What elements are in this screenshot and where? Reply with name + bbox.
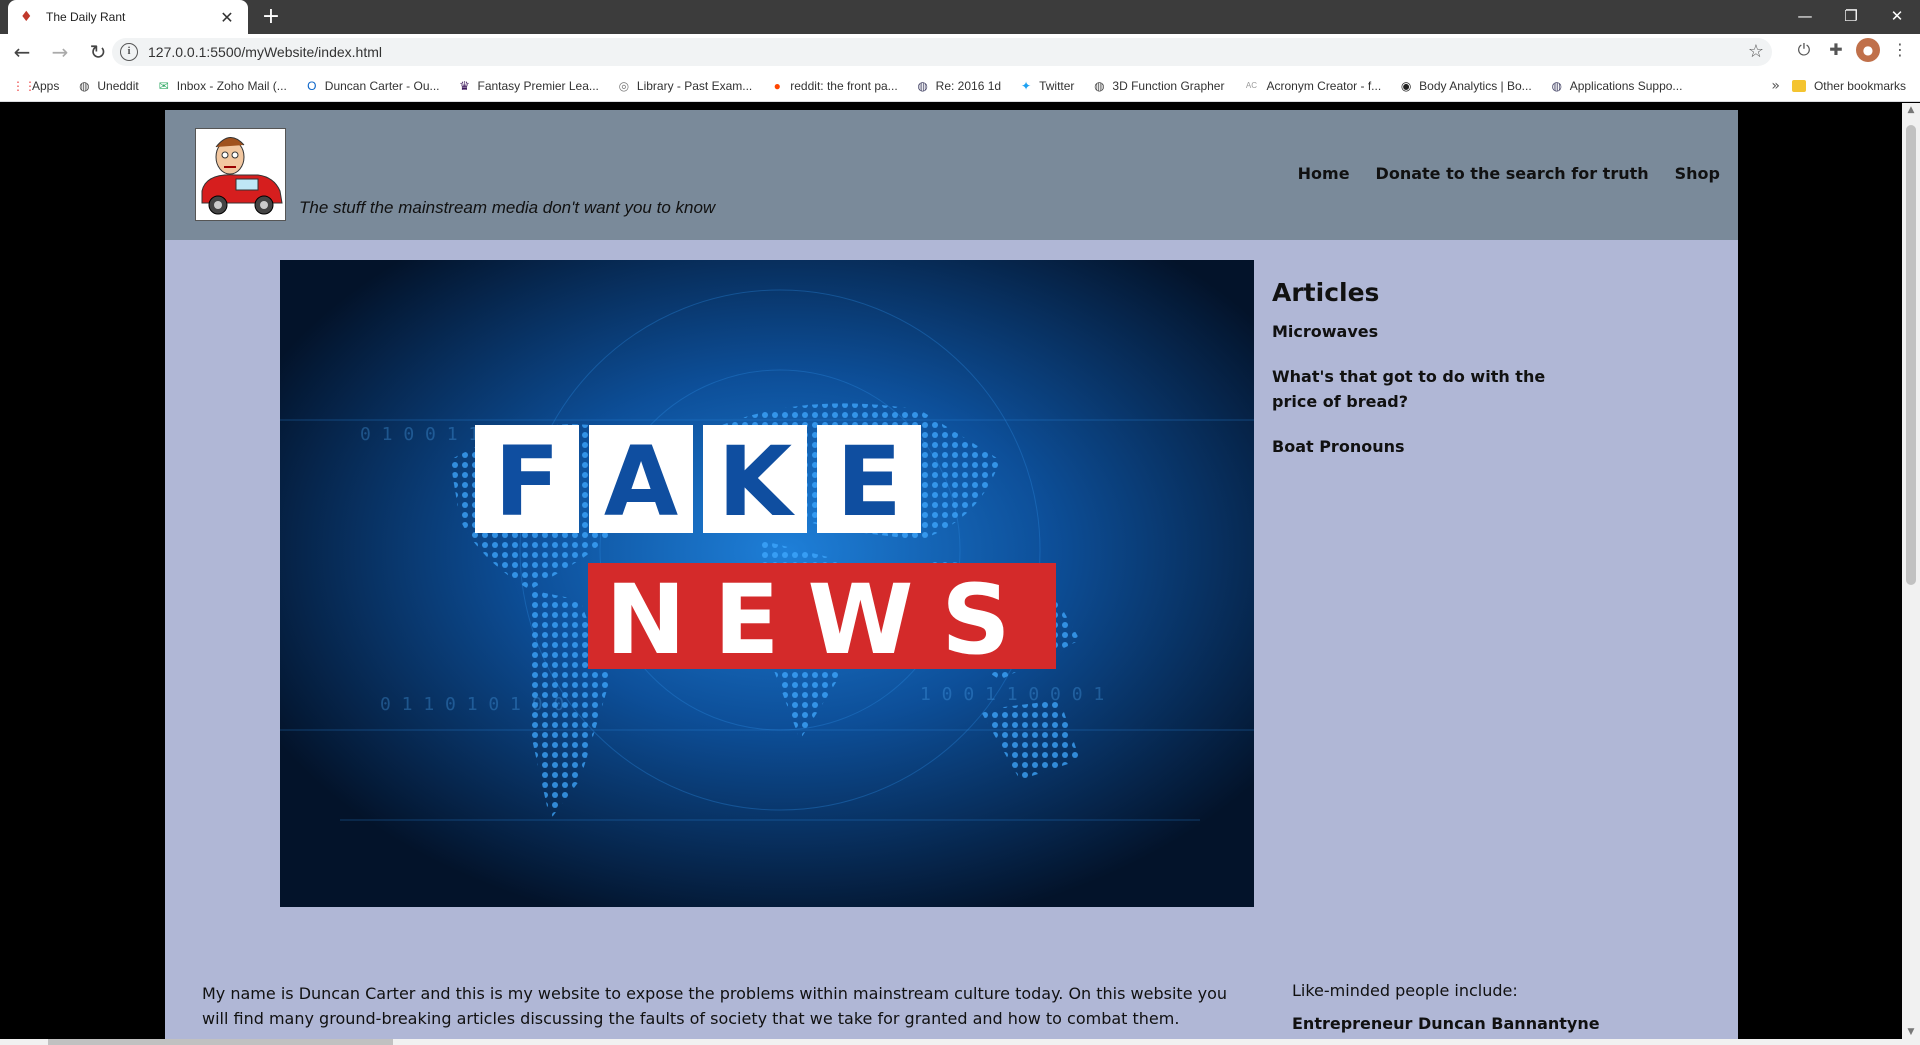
bookmark-item[interactable]: ◍ 3D Function Grapher [1092, 79, 1224, 93]
new-tab-button[interactable]: + [258, 4, 284, 30]
main-nav: Home Donate to the search for truth Shop [1298, 164, 1720, 183]
articles-heading: Articles [1272, 278, 1380, 307]
bookmark-item[interactable]: ◍ Applications Suppo... [1550, 78, 1683, 93]
fake-letter-e: E [836, 426, 902, 538]
restore-icon[interactable]: ❐ [1828, 0, 1874, 34]
bookmark-star-icon[interactable]: ☆ [1748, 41, 1764, 62]
browser-toolbar: ← → ↻ i 127.0.0.1:5500/myWebsite/index.h… [0, 34, 1920, 70]
bookmark-label: Re: 2016 1d [935, 78, 1002, 93]
bookmark-label: Acronym Creator - f... [1266, 78, 1382, 93]
fake-letter-k: K [718, 426, 796, 538]
forward-icon[interactable]: → [44, 36, 76, 68]
browser-tab[interactable]: ♦ The Daily Rant ✕ [8, 0, 248, 34]
nav-shop-link[interactable]: Shop [1675, 164, 1720, 183]
articles-sidebar: Articles Microwaves What's that got to d… [1272, 278, 1602, 479]
bookmark-item[interactable]: ◍ Uneddit [77, 78, 139, 93]
bookmark-item[interactable]: ✦ Twitter [1019, 79, 1074, 93]
premier-league-icon: ♛ [459, 78, 470, 93]
acronym-icon: AC [1245, 80, 1258, 90]
site-info-icon[interactable]: i [120, 43, 138, 61]
power-icon[interactable]: ⏻ [1792, 38, 1816, 62]
like-minded-label: Like-minded people include: [1292, 981, 1518, 1000]
bookmark-label: reddit: the front pa... [790, 78, 898, 93]
svg-text:1 0 0 1 1 0 0 0 1: 1 0 0 1 1 0 0 0 1 [920, 684, 1104, 705]
page-viewport: The stuff the mainstream media don't wan… [0, 103, 1902, 1039]
scroll-up-icon[interactable]: ▲ [1902, 105, 1920, 115]
tab-strip: ♦ The Daily Rant ✕ + — ❐ ✕ [0, 0, 1920, 34]
close-window-icon[interactable]: ✕ [1874, 0, 1920, 34]
bookmark-label: Library - Past Exam... [636, 78, 753, 93]
bookmark-item[interactable]: ◍ Re: 2016 1d [916, 79, 1001, 93]
horizontal-scrollbar-thumb[interactable] [48, 1039, 393, 1045]
intro-paragraph: My name is Duncan Carter and this is my … [202, 984, 1228, 1028]
bookmark-label: Apps [32, 78, 60, 93]
site-tagline: The stuff the mainstream media don't wan… [299, 198, 716, 217]
bookmark-item[interactable]: ✉ Inbox - Zoho Mail (... [157, 79, 287, 93]
bookmark-item[interactable]: ◎ Library - Past Exam... [617, 78, 753, 93]
bookmark-label: Applications Suppo... [1569, 78, 1683, 93]
globe-icon: ◍ [1094, 78, 1105, 93]
bookmark-label: Twitter [1039, 78, 1075, 93]
site-favicon-icon: ♦ [20, 9, 33, 25]
more-bookmarks-icon[interactable]: » [1771, 78, 1780, 94]
article-link-price-of-bread[interactable]: What's that got to do with the price of … [1272, 364, 1592, 414]
nav-donate-link[interactable]: Donate to the search for truth [1376, 164, 1649, 183]
fake-news-hero-image: 0 1 0 0 1 1 0 0 1 1 0 1 0 1 0 0 1 0 0 1 … [280, 260, 1254, 907]
site-logo[interactable] [195, 128, 286, 221]
bookmark-item[interactable]: ♛ Fantasy Premier Lea... [458, 79, 599, 93]
vertical-scrollbar[interactable]: ▲ ▼ [1902, 103, 1920, 1039]
fake-letter-a: A [604, 426, 678, 538]
article-link-boat-pronouns[interactable]: Boat Pronouns [1272, 434, 1592, 459]
bookmark-item[interactable]: ● reddit: the front pa... [770, 78, 898, 93]
bookmark-item[interactable]: AC Acronym Creator - f... [1242, 79, 1381, 93]
bookmark-label: Duncan Carter - Ou... [324, 78, 440, 93]
close-tab-icon[interactable]: ✕ [218, 8, 236, 27]
scrollbar-thumb[interactable] [1906, 125, 1916, 585]
bookmark-label: Inbox - Zoho Mail (... [176, 78, 287, 93]
bookmark-label: Fantasy Premier Lea... [477, 78, 599, 93]
other-bookmarks-label: Other bookmarks [1813, 79, 1906, 93]
nav-home-link[interactable]: Home [1298, 164, 1350, 183]
bookmark-item[interactable]: O Duncan Carter - Ou... [305, 78, 440, 93]
tab-title: The Daily Rant [46, 10, 126, 24]
minimize-icon[interactable]: — [1782, 0, 1828, 34]
site-container: The stuff the mainstream media don't wan… [165, 110, 1738, 1039]
bookmark-label: 3D Function Grapher [1112, 78, 1225, 93]
globe-icon: ◍ [79, 78, 90, 93]
reddit-icon: ● [773, 78, 781, 93]
scroll-down-icon[interactable]: ▼ [1902, 1027, 1920, 1037]
like-minded-section: Like-minded people include: Entrepreneur… [1292, 981, 1622, 1033]
fake-letter-f: F [494, 426, 560, 538]
svg-text:0 1 1 0 1 0 1 0 0: 0 1 1 0 1 0 1 0 0 [380, 694, 564, 715]
like-minded-person[interactable]: Entrepreneur Duncan Bannantyne [1292, 1014, 1622, 1033]
profile-avatar[interactable]: ● [1856, 38, 1880, 62]
extensions-puzzle-icon[interactable]: ✚ [1824, 38, 1848, 62]
folder-icon [1791, 80, 1806, 92]
toolbar-extensions: ⏻ ✚ ● ⋮ [1792, 38, 1912, 62]
bookmarks-bar: ⋮⋮ Apps ◍ Uneddit ✉ Inbox - Zoho Mail (... O Du… [0, 70, 1920, 102]
bookmark-item[interactable]: ◉ Body Analytics | Bo... [1399, 79, 1532, 93]
site-header: The stuff the mainstream media don't wan… [165, 110, 1738, 240]
url-text[interactable]: 127.0.0.1:5500/myWebsite/index.html [148, 44, 382, 60]
mail-icon: ✉ [158, 78, 169, 93]
horizontal-scrollbar[interactable] [0, 1039, 1920, 1045]
article-link-microwaves[interactable]: Microwaves [1272, 319, 1592, 344]
window-controls: — ❐ ✕ [1782, 0, 1920, 34]
news-word: NEWS [606, 564, 1039, 676]
library-icon: ◎ [618, 78, 630, 93]
body-analytics-icon: ◉ [1400, 78, 1412, 93]
bookmark-label: Uneddit [97, 78, 139, 93]
browser-menu-icon[interactable]: ⋮ [1888, 38, 1912, 62]
twitter-icon: ✦ [1021, 78, 1032, 93]
bookmark-label: Body Analytics | Bo... [1419, 78, 1532, 93]
other-bookmarks-folder[interactable]: Other bookmarks [1791, 70, 1906, 102]
apps-grid-icon: ⋮⋮ [12, 78, 36, 93]
globe-icon: ◍ [917, 78, 928, 93]
back-icon[interactable]: ← [6, 36, 38, 68]
outlook-icon: O [307, 78, 317, 93]
bookmark-item[interactable]: ⋮⋮ Apps [12, 79, 59, 93]
reload-icon[interactable]: ↻ [82, 36, 114, 68]
globe-icon: ◍ [1551, 78, 1562, 93]
address-bar[interactable]: i 127.0.0.1:5500/myWebsite/index.html ☆ [112, 38, 1772, 66]
